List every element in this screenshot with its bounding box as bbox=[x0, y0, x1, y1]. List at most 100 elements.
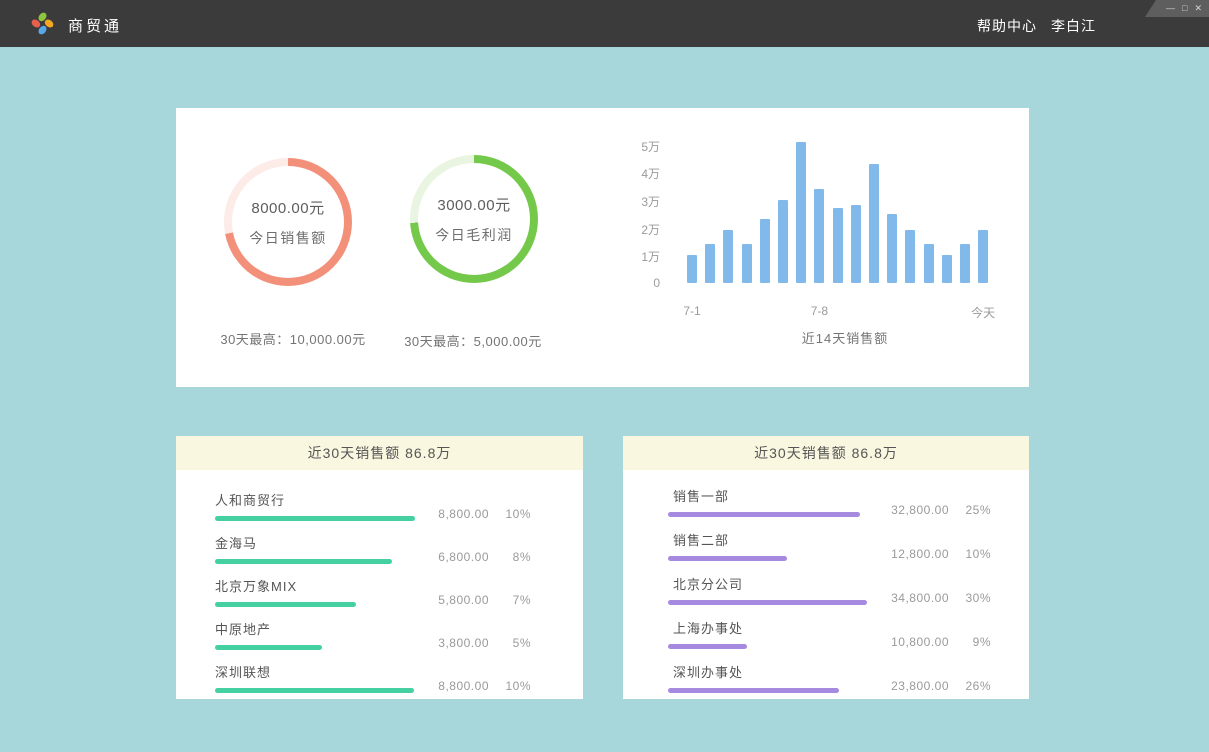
bar-day-14 bbox=[924, 244, 934, 283]
list-item: 深圳办事处 23,800.00 26% bbox=[668, 662, 991, 693]
today-profit-value: 3000.00元 bbox=[437, 194, 510, 215]
item-amount: 10,800.00 bbox=[877, 635, 949, 649]
y-axis-tick: 4万 bbox=[610, 165, 660, 182]
window-controls: — □ ✕ bbox=[1145, 0, 1209, 17]
item-amount: 8,800.00 bbox=[417, 679, 489, 693]
y-axis-tick: 0 bbox=[610, 276, 660, 290]
bar-day-5 bbox=[760, 219, 770, 283]
item-name: 北京万象MIX bbox=[215, 576, 356, 595]
item-percent: 10% bbox=[499, 679, 531, 693]
app-logo-icon bbox=[29, 10, 56, 37]
item-progress-bar bbox=[215, 516, 415, 521]
department-sales-list: 销售一部 32,800.00 25% 销售二部 12,800.00 10% 北京… bbox=[623, 470, 1029, 693]
item-name: 销售二部 bbox=[673, 530, 787, 549]
item-name: 人和商贸行 bbox=[215, 490, 415, 509]
customer-sales-panel: 近30天销售额 86.8万 人和商贸行 8,800.00 10% 金海马 6,8… bbox=[176, 436, 583, 699]
x-axis-tick: 7-1 bbox=[652, 304, 732, 318]
list-item: 金海马 6,800.00 8% bbox=[215, 533, 531, 564]
list-item: 上海办事处 10,800.00 9% bbox=[668, 618, 991, 649]
item-amount: 34,800.00 bbox=[877, 591, 949, 605]
bar-day-11 bbox=[869, 164, 879, 283]
help-center-link[interactable]: 帮助中心 bbox=[977, 16, 1037, 36]
item-name: 中原地产 bbox=[215, 619, 322, 638]
list-item: 北京分公司 34,800.00 30% bbox=[668, 574, 991, 605]
bar-day-16 bbox=[960, 244, 970, 283]
today-profit-label: 今日毛利润 bbox=[435, 225, 513, 245]
item-percent: 30% bbox=[959, 591, 991, 605]
y-axis-tick: 2万 bbox=[610, 221, 660, 238]
item-percent: 10% bbox=[959, 547, 991, 561]
today-sales-label: 今日销售额 bbox=[249, 228, 327, 248]
item-percent: 9% bbox=[959, 635, 991, 649]
item-name: 金海马 bbox=[215, 533, 392, 552]
y-axis-tick: 1万 bbox=[610, 248, 660, 265]
item-progress-bar bbox=[215, 645, 322, 650]
bar-day-17 bbox=[978, 230, 988, 283]
user-name-link[interactable]: 李白江 bbox=[1051, 16, 1096, 36]
item-progress-bar bbox=[668, 512, 860, 517]
item-amount: 3,800.00 bbox=[417, 636, 489, 650]
item-percent: 25% bbox=[959, 503, 991, 517]
item-progress-bar bbox=[215, 688, 414, 693]
item-progress-bar bbox=[668, 688, 839, 693]
list-item: 中原地产 3,800.00 5% bbox=[215, 619, 531, 650]
bar-day-4 bbox=[742, 244, 752, 283]
item-name: 北京分公司 bbox=[673, 574, 867, 593]
item-progress-bar bbox=[668, 600, 867, 605]
bar-day-12 bbox=[887, 214, 897, 283]
bar-day-10 bbox=[851, 205, 861, 283]
item-progress-bar bbox=[668, 644, 747, 649]
y-axis-tick: 5万 bbox=[610, 138, 660, 155]
maximize-icon[interactable]: □ bbox=[1182, 4, 1187, 13]
item-progress-bar bbox=[215, 602, 356, 607]
item-amount: 5,800.00 bbox=[417, 593, 489, 607]
bar-day-6 bbox=[778, 200, 788, 283]
bar-day-7 bbox=[796, 142, 806, 283]
bar-day-9 bbox=[833, 208, 843, 283]
item-name: 深圳联想 bbox=[215, 662, 414, 681]
customer-sales-list: 人和商贸行 8,800.00 10% 金海马 6,800.00 8% 北京万象M… bbox=[176, 470, 583, 693]
list-item: 销售一部 32,800.00 25% bbox=[668, 486, 991, 517]
item-amount: 8,800.00 bbox=[417, 507, 489, 521]
item-name: 深圳办事处 bbox=[673, 662, 839, 681]
item-amount: 6,800.00 bbox=[417, 550, 489, 564]
item-percent: 8% bbox=[499, 550, 531, 564]
item-percent: 10% bbox=[499, 507, 531, 521]
today-sales-value: 8000.00元 bbox=[251, 197, 324, 218]
bar-day-2 bbox=[705, 244, 715, 283]
list-item: 人和商贸行 8,800.00 10% bbox=[215, 490, 531, 521]
bar-day-8 bbox=[814, 189, 824, 283]
item-name: 上海办事处 bbox=[673, 618, 747, 637]
overview-panel: 8000.00元 今日销售额 30天最高：10,000.00元 3000.00元… bbox=[176, 108, 1029, 387]
x-axis-tick: 今天 bbox=[943, 304, 1023, 321]
item-percent: 26% bbox=[959, 679, 991, 693]
department-sales-panel: 近30天销售额 86.8万 销售一部 32,800.00 25% 销售二部 12… bbox=[623, 436, 1029, 699]
topbar: 商贸通 帮助中心 李白江 — □ ✕ bbox=[0, 0, 1209, 47]
item-amount: 23,800.00 bbox=[877, 679, 949, 693]
item-progress-bar bbox=[215, 559, 392, 564]
item-amount: 12,800.00 bbox=[877, 547, 949, 561]
close-icon[interactable]: ✕ bbox=[1194, 4, 1202, 13]
list-item: 北京万象MIX 5,800.00 7% bbox=[215, 576, 531, 607]
x-axis-tick: 7-8 bbox=[779, 304, 859, 318]
item-name: 销售一部 bbox=[673, 486, 860, 505]
department-sales-panel-title: 近30天销售额 86.8万 bbox=[623, 436, 1029, 470]
item-amount: 32,800.00 bbox=[877, 503, 949, 517]
bar-day-3 bbox=[723, 230, 733, 283]
bar-chart-title: 近14天销售额 bbox=[745, 328, 945, 347]
customer-sales-panel-title: 近30天销售额 86.8万 bbox=[176, 436, 583, 470]
item-progress-bar bbox=[668, 556, 787, 561]
today-sales-donut-chart: 8000.00元 今日销售额 bbox=[224, 158, 352, 286]
bar-day-1 bbox=[687, 255, 697, 283]
minimize-icon[interactable]: — bbox=[1166, 4, 1175, 13]
today-profit-donut-chart: 3000.00元 今日毛利润 bbox=[410, 155, 538, 283]
profit-30day-max-caption: 30天最高：5,000.00元 bbox=[353, 331, 593, 350]
item-percent: 7% bbox=[499, 593, 531, 607]
y-axis-tick: 3万 bbox=[610, 193, 660, 210]
list-item: 深圳联想 8,800.00 10% bbox=[215, 662, 531, 693]
item-percent: 5% bbox=[499, 636, 531, 650]
bar-day-13 bbox=[905, 230, 915, 283]
app-title: 商贸通 bbox=[68, 15, 122, 36]
list-item: 销售二部 12,800.00 10% bbox=[668, 530, 991, 561]
bar-day-15 bbox=[942, 255, 952, 283]
